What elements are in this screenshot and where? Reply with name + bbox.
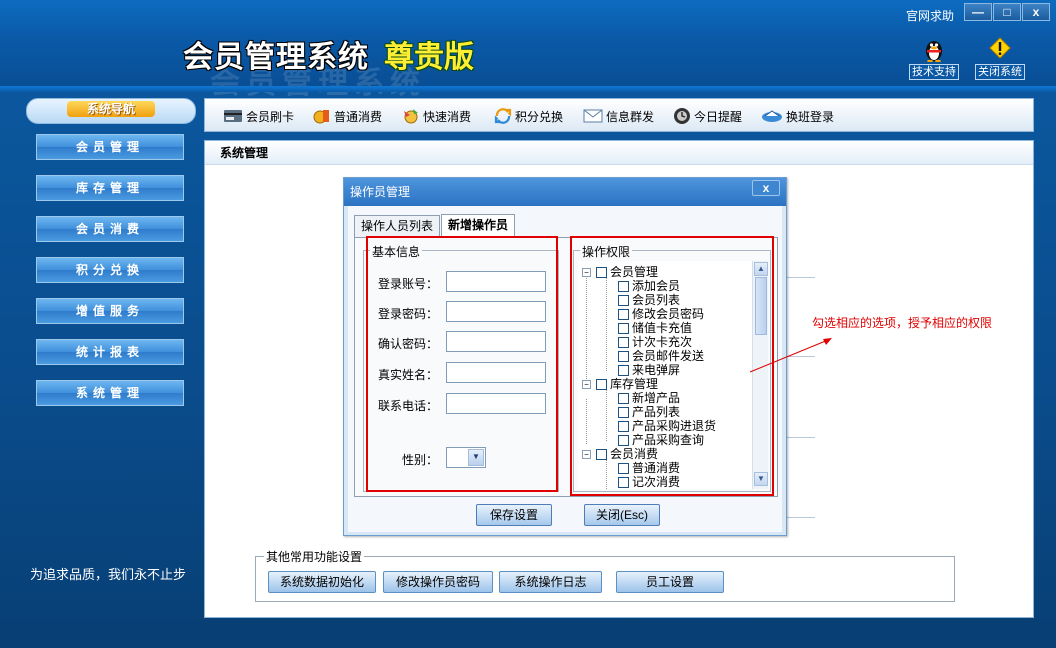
close-window-button[interactable]: x — [1022, 3, 1050, 21]
other-functions-group: 其他常用功能设置 系统数据初始化 修改操作员密码 系统操作日志 员工设置 — [255, 548, 955, 602]
staff-settings-button[interactable]: 员工设置 — [616, 571, 724, 593]
app-title: 会员管理系统 — [183, 40, 369, 75]
operation-log-button[interactable]: 系统操作日志 — [499, 571, 602, 593]
slogan: 为追求品质，我们永不止步 — [30, 567, 187, 582]
coins-icon — [313, 110, 329, 124]
toolbar-label: 快速消费 — [423, 109, 472, 124]
toolbar-normal-consume[interactable]: 普通消费 — [313, 107, 382, 125]
dialog-titlebar: 操作员管理 — [344, 178, 786, 206]
title-bar: 会员管理系统 会员管理系统 尊贵版 官网求助 — □ x 技术支持 关闭系统 — [0, 0, 1056, 101]
other-functions-legend: 其他常用功能设置 — [264, 548, 365, 565]
nav-system-management[interactable]: 系统管理 — [36, 380, 184, 406]
content-title: 系统管理 — [205, 141, 1033, 165]
maximize-button[interactable]: □ — [993, 3, 1021, 21]
mail-icon — [583, 109, 603, 123]
nav-header: 系统导航 — [26, 98, 196, 124]
annotation-arrow-icon — [749, 338, 832, 373]
nav-value-added[interactable]: 增值服务 — [36, 298, 184, 324]
shift-login-icon — [762, 110, 782, 122]
toolbar-label: 信息群发 — [606, 109, 655, 124]
save-settings-button[interactable]: 保存设置 — [476, 504, 552, 526]
toolbar-message-broadcast[interactable]: 信息群发 — [583, 107, 654, 125]
reminder-icon — [674, 108, 690, 124]
nav-member-management[interactable]: 会员管理 — [36, 134, 184, 160]
background-divider — [785, 517, 815, 518]
warning-icon — [989, 37, 1011, 59]
tab-new-operator[interactable]: 新增操作员 — [441, 214, 516, 238]
card-reader-icon — [224, 110, 242, 122]
close-dialog-button[interactable]: 关闭(Esc) — [584, 504, 660, 526]
tech-support-button[interactable]: 技术支持 — [904, 36, 964, 80]
minimize-button[interactable]: — — [964, 3, 992, 21]
toolbar-card-swipe[interactable]: 会员刷卡 — [223, 107, 294, 125]
toolbar-label: 会员刷卡 — [246, 109, 295, 124]
nav-member-consumption[interactable]: 会员消费 — [36, 216, 184, 242]
toolbar-label: 今日提醒 — [694, 109, 743, 124]
app-window: 会员管理系统 会员管理系统 尊贵版 官网求助 — □ x 技术支持 关闭系统 系… — [0, 0, 1056, 648]
tech-support-label: 技术支持 — [909, 64, 959, 80]
toolbar: 会员刷卡 普通消费 快速消费 积分兑换 信息群发 今日提醒 换班登录 — [204, 98, 1034, 132]
toolbar-label: 积分兑换 — [515, 109, 564, 124]
close-system-label: 关闭系统 — [975, 64, 1025, 80]
dialog-close-icon[interactable]: x — [752, 180, 780, 196]
close-system-button[interactable]: 关闭系统 — [970, 36, 1030, 80]
exchange-icon — [494, 108, 512, 124]
toolbar-today-reminder[interactable]: 今日提醒 — [673, 107, 742, 125]
change-operator-password-button[interactable]: 修改操作员密码 — [383, 571, 493, 593]
background-divider — [785, 437, 815, 438]
basic-info-highlight — [366, 236, 558, 492]
background-divider — [785, 277, 815, 278]
toolbar-shift-login[interactable]: 换班登录 — [761, 107, 834, 125]
tab-operator-list[interactable]: 操作人员列表 — [354, 215, 441, 237]
penguin-icon — [926, 41, 942, 62]
toolbar-fast-consume[interactable]: 快速消费 — [402, 107, 471, 125]
nav-inventory-management[interactable]: 库存管理 — [36, 175, 184, 201]
nav-points-exchange[interactable]: 积分兑换 — [36, 257, 184, 283]
nav-header-label: 系统导航 — [66, 101, 155, 117]
toolbar-label: 普通消费 — [334, 109, 383, 124]
toolbar-label: 换班登录 — [786, 109, 835, 124]
help-link[interactable]: 官网求助 — [906, 7, 954, 24]
init-data-button[interactable]: 系统数据初始化 — [268, 571, 376, 593]
dialog-title: 操作员管理 — [350, 185, 411, 199]
toolbar-points-exchange[interactable]: 积分兑换 — [494, 107, 563, 125]
nav-reports[interactable]: 统计报表 — [36, 339, 184, 365]
app-edition: 尊贵版 — [384, 40, 474, 75]
annotation-text: 勾选相应的选项，授予相应的权限 — [812, 316, 993, 330]
fast-pay-icon — [404, 109, 418, 124]
